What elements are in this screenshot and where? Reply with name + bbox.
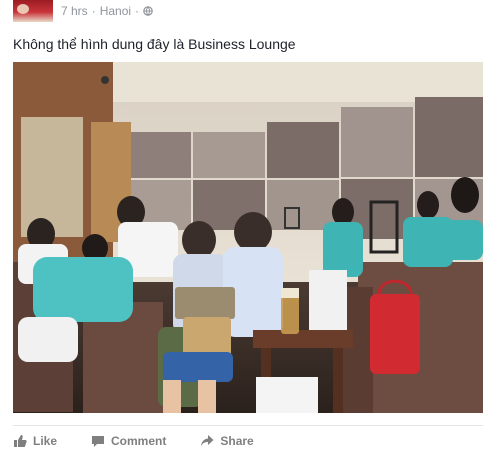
post-actions: Like Comment Share: [13, 425, 483, 455]
like-label: Like: [33, 433, 58, 448]
thumbs-up-icon: [14, 434, 27, 447]
post-photo[interactable]: [13, 62, 483, 413]
post-meta: 7 hrs · Hanoi ·: [61, 4, 153, 18]
post-time[interactable]: 7 hrs: [61, 4, 88, 18]
like-button[interactable]: Like: [13, 434, 57, 448]
comment-label: Comment: [111, 433, 167, 448]
comment-button[interactable]: Comment: [91, 434, 166, 448]
meta-separator-2: ·: [135, 4, 140, 18]
share-label: Share: [220, 433, 254, 448]
share-button[interactable]: Share: [200, 433, 254, 448]
share-icon: [201, 434, 214, 446]
post-caption: Không thể hình dung đây là Business Loun…: [13, 36, 296, 52]
avatar[interactable]: [13, 0, 53, 22]
globe-icon[interactable]: [143, 6, 153, 16]
comment-icon: [92, 435, 105, 447]
post-location[interactable]: Hanoi: [100, 4, 131, 18]
post-header: 7 hrs · Hanoi ·: [13, 0, 153, 22]
lounge-photo-illustration: [13, 62, 483, 413]
facebook-post: 7 hrs · Hanoi · Không thể hình dung đây …: [0, 0, 501, 462]
meta-separator: ·: [91, 4, 96, 18]
